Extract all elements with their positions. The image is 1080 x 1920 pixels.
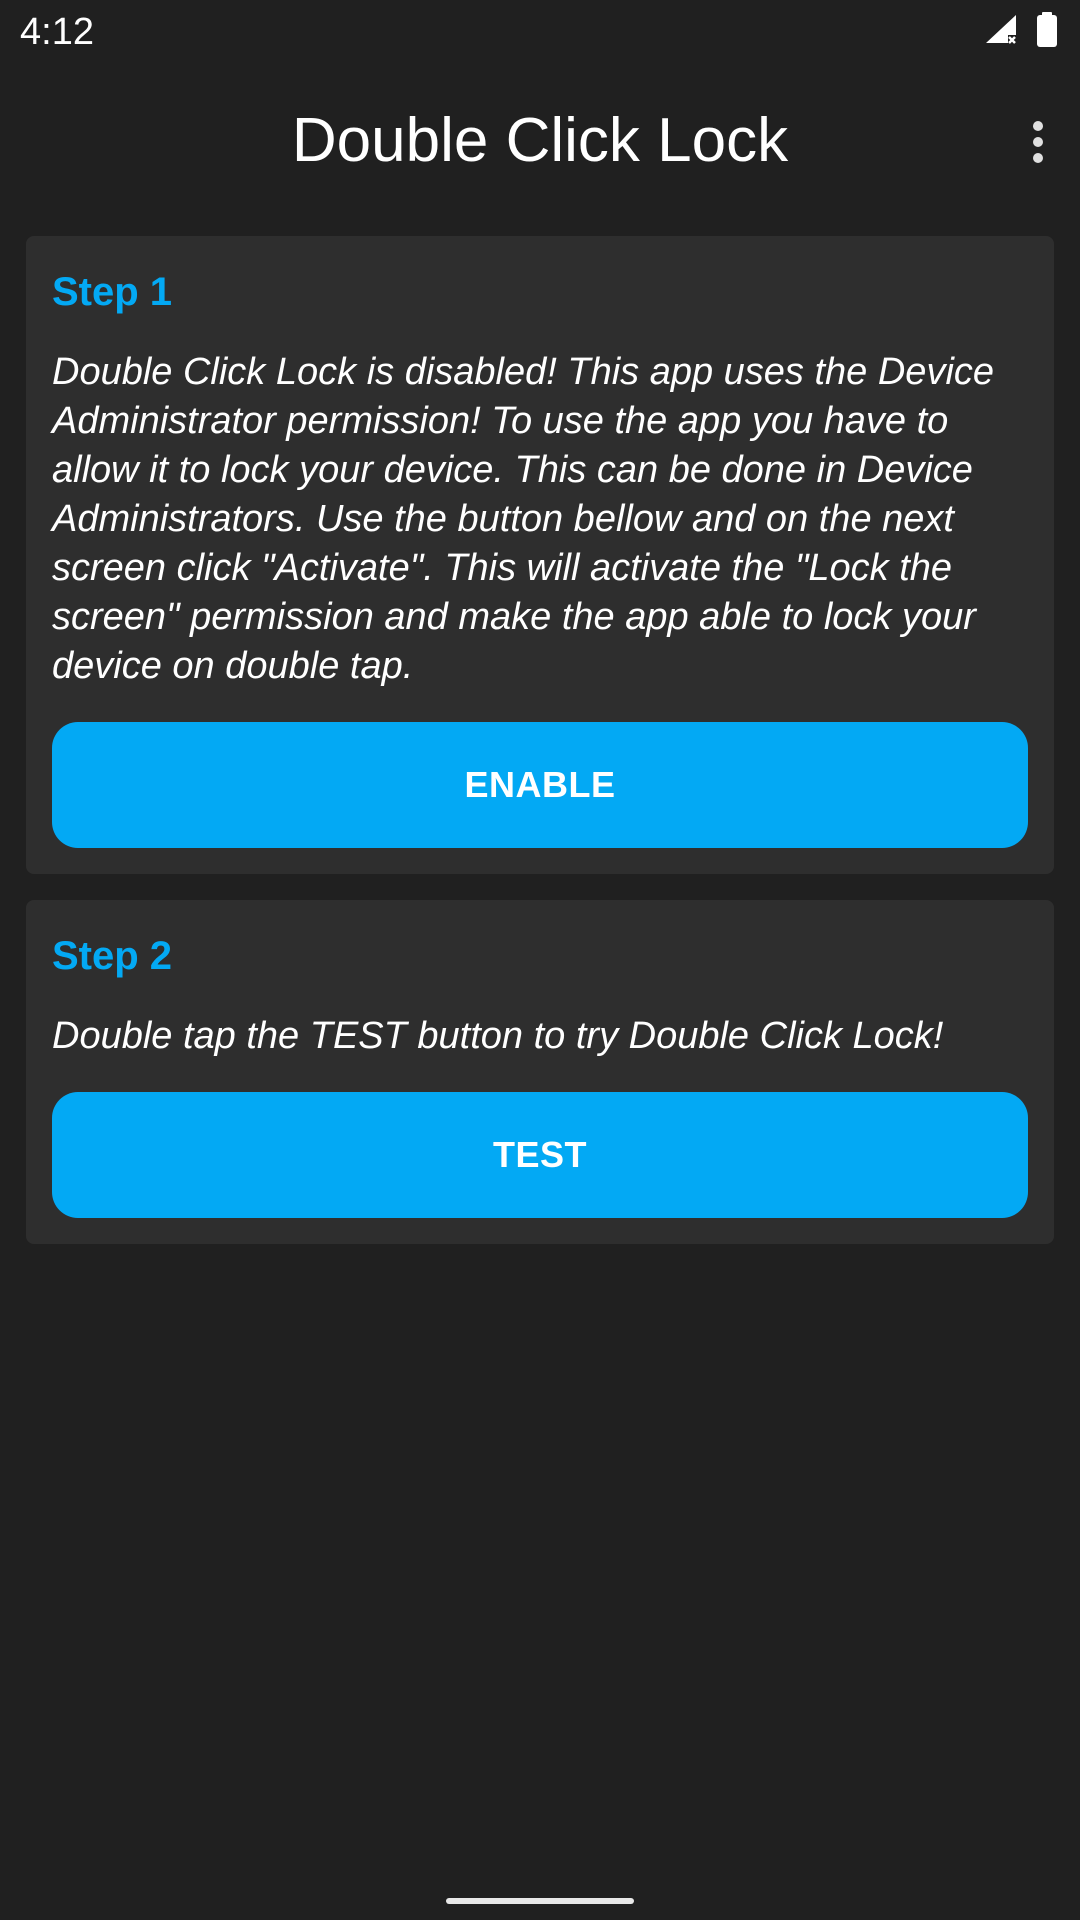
app-bar: Double Click Lock — [0, 64, 1080, 214]
signal-no-data-icon — [984, 13, 1018, 52]
step-2-heading: Step 2 — [52, 934, 173, 978]
app-screen: 4:12 Double Click Lock Step 1 Double Cli… — [0, 0, 1080, 1920]
gesture-nav-handle[interactable] — [446, 1898, 634, 1904]
status-icons — [984, 11, 1058, 53]
app-title: Double Click Lock — [291, 106, 789, 175]
step-1-heading: Step 1 — [52, 270, 173, 314]
test-button[interactable]: TEST — [52, 1092, 1028, 1218]
step-2-card: Step 2 Double tap the TEST button to try… — [26, 900, 1054, 1244]
status-time: 4:12 — [20, 11, 94, 53]
step-1-card: Step 1 Double Click Lock is disabled! Th… — [26, 236, 1054, 874]
battery-full-icon — [1036, 11, 1058, 53]
status-bar: 4:12 — [0, 0, 1080, 64]
step-2-description: Double tap the TEST button to try Double… — [52, 1015, 944, 1057]
step-1-description: Double Click Lock is disabled! This app … — [52, 351, 995, 687]
overflow-menu-icon[interactable] — [996, 100, 1080, 184]
enable-button[interactable]: ENABLE — [52, 722, 1028, 848]
